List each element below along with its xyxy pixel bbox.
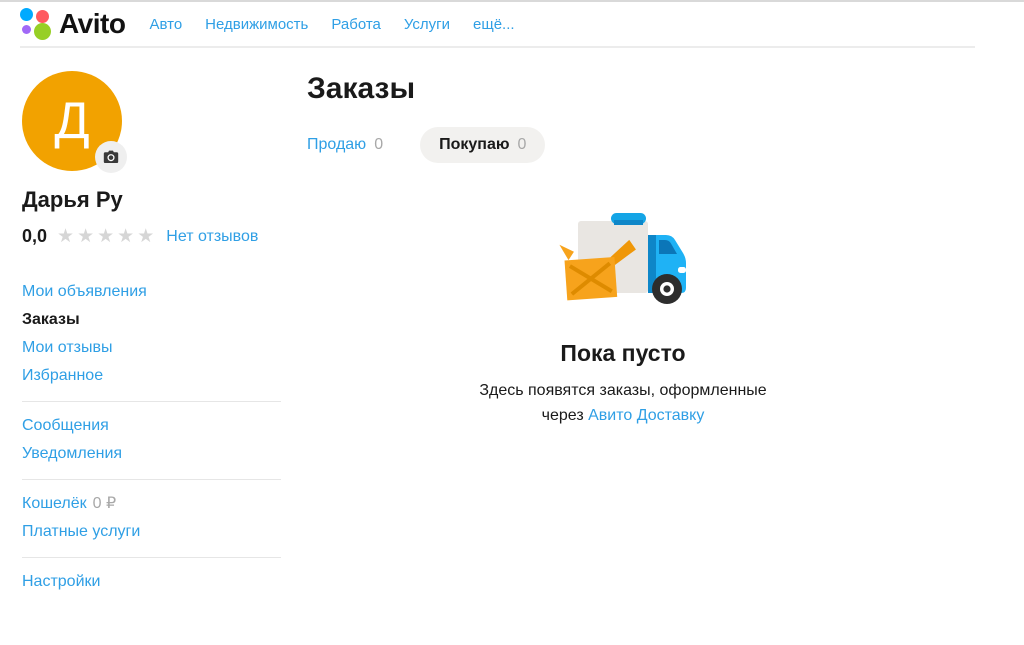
avito-delivery-link[interactable]: Авито Доставку bbox=[588, 407, 704, 424]
avatar-letter: Д bbox=[54, 91, 89, 151]
empty-state-description: Здесь появятся заказы, оформленные через… bbox=[403, 379, 843, 429]
empty-state: Пока пусто Здесь появятся заказы, оформл… bbox=[403, 209, 843, 429]
logo-dot-red bbox=[36, 10, 49, 23]
tab-buying-label: Покупаю bbox=[439, 136, 509, 154]
tab-buying[interactable]: Покупаю 0 bbox=[420, 127, 545, 163]
nav-item-auto[interactable]: Авто bbox=[149, 16, 182, 33]
empty-state-title: Пока пусто bbox=[403, 340, 843, 367]
nav-item-more[interactable]: ещё... bbox=[473, 16, 515, 33]
sidebar-item-my-reviews[interactable]: Мои отзывы bbox=[22, 334, 307, 362]
tab-buying-count: 0 bbox=[518, 136, 527, 154]
star-icon: ★ bbox=[57, 226, 77, 247]
logo-text: Avito bbox=[59, 10, 125, 38]
sidebar-item-paid-services[interactable]: Платные услуги bbox=[22, 518, 307, 546]
sidebar-item-messages[interactable]: Сообщения bbox=[22, 412, 307, 440]
avito-logo-dots-icon bbox=[20, 7, 55, 41]
orders-tabs: Продаю 0 Покупаю 0 bbox=[307, 127, 1024, 163]
reviews-link[interactable]: Нет отзывов bbox=[166, 228, 258, 246]
logo-dot-green bbox=[34, 23, 51, 40]
nav-item-jobs[interactable]: Работа bbox=[331, 16, 381, 33]
star-icon: ★ bbox=[77, 226, 97, 247]
menu-divider bbox=[22, 479, 281, 480]
delivery-truck-illustration bbox=[403, 209, 843, 310]
rating-value: 0,0 bbox=[22, 226, 47, 247]
menu-divider bbox=[22, 401, 281, 402]
tab-selling-label: Продаю bbox=[307, 136, 366, 154]
rating-stars: ★★★★★ bbox=[57, 227, 157, 246]
nav-item-realty[interactable]: Недвижимость bbox=[205, 16, 308, 33]
avito-logo[interactable]: Avito bbox=[20, 7, 125, 41]
avatar-wrap: Д bbox=[22, 71, 122, 171]
sidebar-item-wallet[interactable]: Кошелёк 0 ₽ bbox=[22, 490, 307, 518]
logo-dot-purple bbox=[22, 25, 31, 34]
sidebar-item-favorites[interactable]: Избранное bbox=[22, 362, 307, 390]
sidebar-item-notifications[interactable]: Уведомления bbox=[22, 440, 307, 468]
sidebar-item-settings[interactable]: Настройки bbox=[22, 568, 307, 596]
rating-row: 0,0 ★★★★★ Нет отзывов bbox=[22, 226, 307, 247]
camera-icon bbox=[103, 150, 119, 164]
star-icon: ★ bbox=[137, 226, 157, 247]
wallet-label: Кошелёк bbox=[22, 495, 87, 512]
profile-name: Дарья Ру bbox=[22, 187, 307, 213]
orders-main: Заказы Продаю 0 Покупаю 0 bbox=[307, 48, 1024, 596]
sidebar-menu: Мои объявления Заказы Мои отзывы Избранн… bbox=[22, 278, 307, 596]
menu-divider bbox=[22, 557, 281, 558]
star-icon: ★ bbox=[97, 226, 117, 247]
tab-selling[interactable]: Продаю 0 bbox=[307, 127, 402, 163]
profile-sidebar: Д Дарья Ру 0,0 ★★★★★ Нет отзывов Мои объ… bbox=[22, 48, 307, 596]
empty-desc-line1: Здесь появятся заказы, оформленные bbox=[479, 382, 766, 399]
top-header: Avito Авто Недвижимость Работа Услуги ещ… bbox=[20, 2, 975, 48]
star-icon: ★ bbox=[117, 226, 137, 247]
tab-selling-count: 0 bbox=[374, 136, 383, 154]
page-layout: Д Дарья Ру 0,0 ★★★★★ Нет отзывов Мои объ… bbox=[0, 48, 1024, 596]
empty-desc-line2-prefix: через bbox=[542, 407, 584, 424]
sidebar-item-my-ads[interactable]: Мои объявления bbox=[22, 278, 307, 306]
nav-item-services[interactable]: Услуги bbox=[404, 16, 450, 33]
page-title: Заказы bbox=[307, 72, 1024, 106]
truck-with-box-icon bbox=[556, 209, 690, 305]
category-nav: Авто Недвижимость Работа Услуги ещё... bbox=[149, 16, 514, 33]
sidebar-item-orders[interactable]: Заказы bbox=[22, 306, 307, 334]
logo-dot-blue bbox=[20, 8, 33, 21]
change-photo-button[interactable] bbox=[95, 141, 127, 173]
wallet-balance: 0 ₽ bbox=[93, 495, 117, 512]
